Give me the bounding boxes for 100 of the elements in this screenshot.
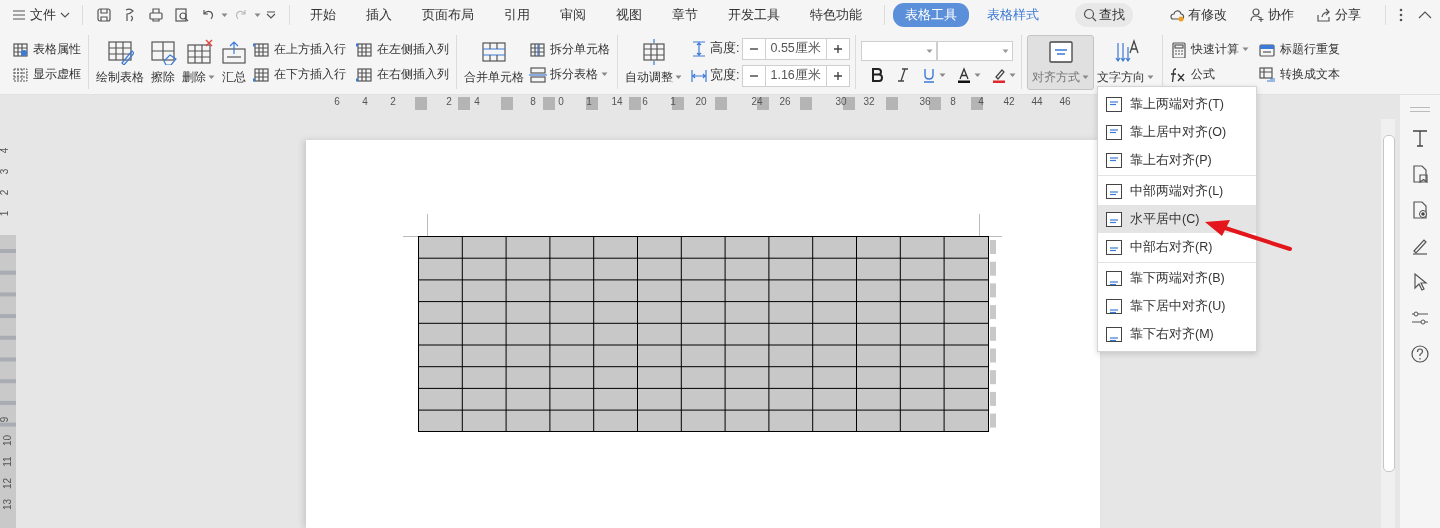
ruler-number: 32 [863, 96, 875, 107]
height-icon [691, 40, 707, 57]
menu-tab[interactable]: 开发工具 [716, 3, 792, 27]
ruler-marker[interactable] [671, 97, 684, 110]
size-stepper[interactable]: 0.55厘米 [742, 37, 851, 60]
menu-item[interactable]: 水平居中(C) [1098, 205, 1256, 233]
search-icon [1083, 8, 1097, 22]
ribbon-button[interactable]: 合并单元格 [462, 36, 526, 88]
align-bottom-icon [1106, 326, 1122, 342]
ruler-number: 13 [2, 498, 14, 511]
plus-icon [833, 70, 844, 81]
ruler-marker[interactable] [543, 97, 556, 110]
ribbon-button[interactable]: 表格属性 [10, 41, 83, 58]
ruler-number: 3 [0, 168, 11, 175]
ruler-marker[interactable] [800, 97, 813, 110]
ribbon-button[interactable]: 标题行重复 [1257, 41, 1343, 58]
ruler-marker[interactable] [885, 97, 898, 110]
font-color-button[interactable] [956, 67, 982, 83]
ruler-number: 10 [2, 434, 14, 447]
menu-item[interactable]: 靠上两端对齐(T) [1098, 90, 1256, 118]
ribbon-button[interactable]: 拆分单元格 [527, 41, 612, 58]
toolbar-action[interactable]: 有修改 [1163, 5, 1233, 25]
table-properties-icon [12, 41, 30, 58]
menu-tab[interactable]: 引用 [492, 3, 542, 27]
menu-item[interactable]: 中部两端对齐(L) [1098, 177, 1256, 205]
ruler-marker[interactable] [971, 97, 984, 110]
underline-button[interactable] [921, 67, 947, 83]
ribbon-button[interactable]: 在左侧插入列 [354, 41, 451, 58]
ribbon-button[interactable]: 拆分表格 [527, 66, 612, 83]
ruler-number: 2 [446, 96, 452, 107]
eraser-icon [149, 38, 177, 65]
menu-item[interactable]: 靠上右对齐(P) [1098, 146, 1256, 174]
file-menu[interactable]: 文件 [8, 4, 74, 26]
ruler-number: 14 [611, 96, 623, 107]
ruler-number: 8 [950, 96, 956, 107]
menu-tab[interactable]: 章节 [660, 3, 710, 27]
ruler-marker[interactable] [629, 97, 641, 110]
ribbon-button[interactable]: 转换成文本 [1257, 66, 1343, 83]
menu-tab[interactable]: 表格样式 [975, 3, 1051, 27]
collapse-icon [1418, 11, 1432, 19]
menu-tab[interactable]: 特色功能 [798, 3, 874, 27]
ribbon-button[interactable]: 擦除 [147, 36, 179, 88]
highlight-button[interactable] [991, 67, 1017, 83]
caret-icon [1147, 74, 1155, 80]
menu-item[interactable]: 靠上居中对齐(O) [1098, 118, 1256, 146]
menu-item[interactable]: 靠下右对齐(M) [1098, 320, 1256, 348]
ribbon-button[interactable]: 公式 [1168, 66, 1252, 83]
ruler-marker[interactable] [714, 97, 727, 110]
ribbon-button[interactable]: 汇总 [218, 36, 250, 88]
ribbon-button[interactable]: 在右侧插入列 [354, 66, 451, 83]
ribbon-button[interactable]: 显示虚框 [10, 66, 83, 83]
menu-tab[interactable]: 审阅 [548, 3, 598, 27]
alignment-button[interactable]: 对齐方式 [1027, 34, 1095, 90]
ribbon-button[interactable]: 绘制表格 [94, 36, 146, 88]
search-button[interactable]: 查找 [1075, 3, 1133, 27]
align-top-icon [1106, 152, 1122, 168]
lines-icon [1410, 107, 1430, 112]
scrollbar-thumb[interactable] [1383, 135, 1395, 472]
toolbar-action[interactable]: 分享 [1310, 5, 1367, 25]
size-field[interactable]: 0.55厘米 [765, 38, 828, 59]
ribbon-button[interactable]: 在上方插入行 [251, 41, 348, 58]
menu-item[interactable]: 靠下两端对齐(B) [1098, 264, 1256, 292]
ruler-marker[interactable] [500, 97, 513, 110]
bold-button[interactable] [869, 67, 886, 83]
ribbon-button[interactable]: 快速计算 [1168, 41, 1252, 58]
ruler-number: 46 [1059, 96, 1071, 107]
calculator-icon [1170, 41, 1189, 58]
caret-icon [939, 72, 947, 78]
size-stepper[interactable]: 1.16厘米 [742, 64, 851, 87]
ruler-number: 30 [835, 96, 847, 107]
align-bottom-icon [1106, 298, 1122, 314]
ruler-marker[interactable] [928, 97, 941, 110]
ruler-number: 12 [2, 477, 14, 490]
size-field[interactable]: 1.16厘米 [765, 65, 828, 86]
menu-tab[interactable]: 视图 [604, 3, 654, 27]
ribbon-button[interactable]: 自动调整 [623, 36, 684, 88]
caret-icon [974, 72, 982, 78]
ribbon-button[interactable]: 删除 [180, 36, 217, 88]
caret-icon [221, 12, 228, 18]
caret-icon [926, 48, 934, 54]
menu-item[interactable]: 中部右对齐(R) [1098, 233, 1256, 261]
menu-tab[interactable]: 页面布局 [410, 3, 486, 27]
menu-tab[interactable]: 插入 [354, 3, 404, 27]
menu-item[interactable]: 靠下居中对齐(U) [1098, 292, 1256, 320]
add-user-icon [1249, 7, 1265, 23]
ribbon-button[interactable]: 文字方向 [1095, 36, 1157, 88]
toolbar-action[interactable]: 协作 [1243, 5, 1300, 25]
align-center-icon [1047, 38, 1075, 65]
caret-icon [1009, 72, 1017, 78]
plus-icon [833, 43, 844, 54]
width-icon [691, 67, 707, 84]
font-name-field[interactable] [861, 41, 938, 61]
share-icon [1316, 7, 1332, 23]
font-size-field[interactable] [937, 41, 1014, 61]
ruler-marker[interactable] [586, 97, 599, 110]
align-top-icon [1106, 124, 1122, 140]
ribbon-button[interactable]: 在下方插入行 [251, 66, 348, 83]
menu-tab[interactable]: 开始 [298, 3, 348, 27]
ruler-marker[interactable] [457, 97, 470, 110]
ruler-marker[interactable] [415, 97, 427, 110]
